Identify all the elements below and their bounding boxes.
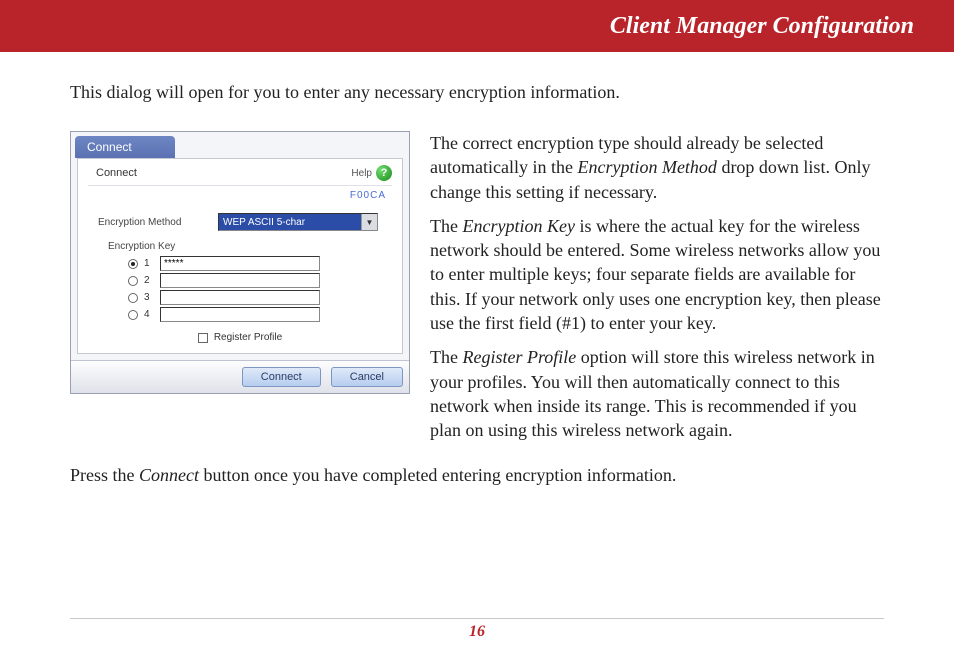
cancel-button[interactable]: Cancel	[331, 367, 403, 387]
em-register-profile: Register Profile	[462, 347, 576, 367]
page-number: 16	[70, 623, 884, 641]
key-row: 3	[128, 290, 392, 305]
register-profile-label: Register Profile	[214, 332, 282, 343]
closing-text: Press the Connect button once you have c…	[70, 463, 884, 487]
help-label[interactable]: Help	[351, 168, 372, 179]
em-encryption-method: Encryption Method	[577, 157, 716, 177]
encryption-method-label: Encryption Method	[98, 217, 208, 228]
encryption-method-select[interactable]: WEP ASCII 5-char ▼	[218, 213, 378, 231]
connect-button[interactable]: Connect	[242, 367, 321, 387]
help-icon[interactable]: ?	[376, 165, 392, 181]
em-encryption-key: Encryption Key	[462, 216, 574, 236]
footer: 16	[70, 618, 884, 641]
key-input-2[interactable]	[160, 273, 320, 288]
key-input-4[interactable]	[160, 307, 320, 322]
dialog-screenshot: Connect Connect Help ? F00CA Encryption …	[70, 131, 410, 453]
em-connect: Connect	[139, 465, 199, 485]
chevron-down-icon[interactable]: ▼	[361, 214, 377, 230]
key-row: 4	[128, 307, 392, 322]
key-number: 4	[144, 309, 154, 320]
key-input-1[interactable]	[160, 256, 320, 271]
key-radio[interactable]	[128, 259, 138, 269]
key-number: 3	[144, 292, 154, 303]
header-band: Client Manager Configuration	[0, 0, 954, 52]
closing-text-span: button once you have completed entering …	[199, 465, 676, 485]
key-row: 1	[128, 256, 392, 271]
key-radio[interactable]	[128, 310, 138, 320]
intro-text: This dialog will open for you to enter a…	[70, 82, 884, 103]
key-number: 1	[144, 258, 154, 269]
body-text-span: The	[430, 347, 462, 367]
key-number: 2	[144, 275, 154, 286]
page-title: Client Manager Configuration	[610, 13, 914, 40]
encryption-method-value: WEP ASCII 5-char	[219, 214, 361, 230]
network-id: F00CA	[88, 186, 392, 209]
key-radio[interactable]	[128, 293, 138, 303]
dialog-tab[interactable]: Connect	[88, 165, 145, 181]
key-row: 2	[128, 273, 392, 288]
dialog-title: Connect	[75, 136, 175, 158]
closing-text-span: Press the	[70, 465, 139, 485]
key-input-3[interactable]	[160, 290, 320, 305]
register-profile-checkbox[interactable]	[198, 333, 208, 343]
body-text-span: The	[430, 216, 462, 236]
body-text: The correct encryption type should alrea…	[430, 131, 884, 453]
encryption-key-label: Encryption Key	[108, 241, 392, 252]
key-radio[interactable]	[128, 276, 138, 286]
footer-rule	[70, 618, 884, 619]
